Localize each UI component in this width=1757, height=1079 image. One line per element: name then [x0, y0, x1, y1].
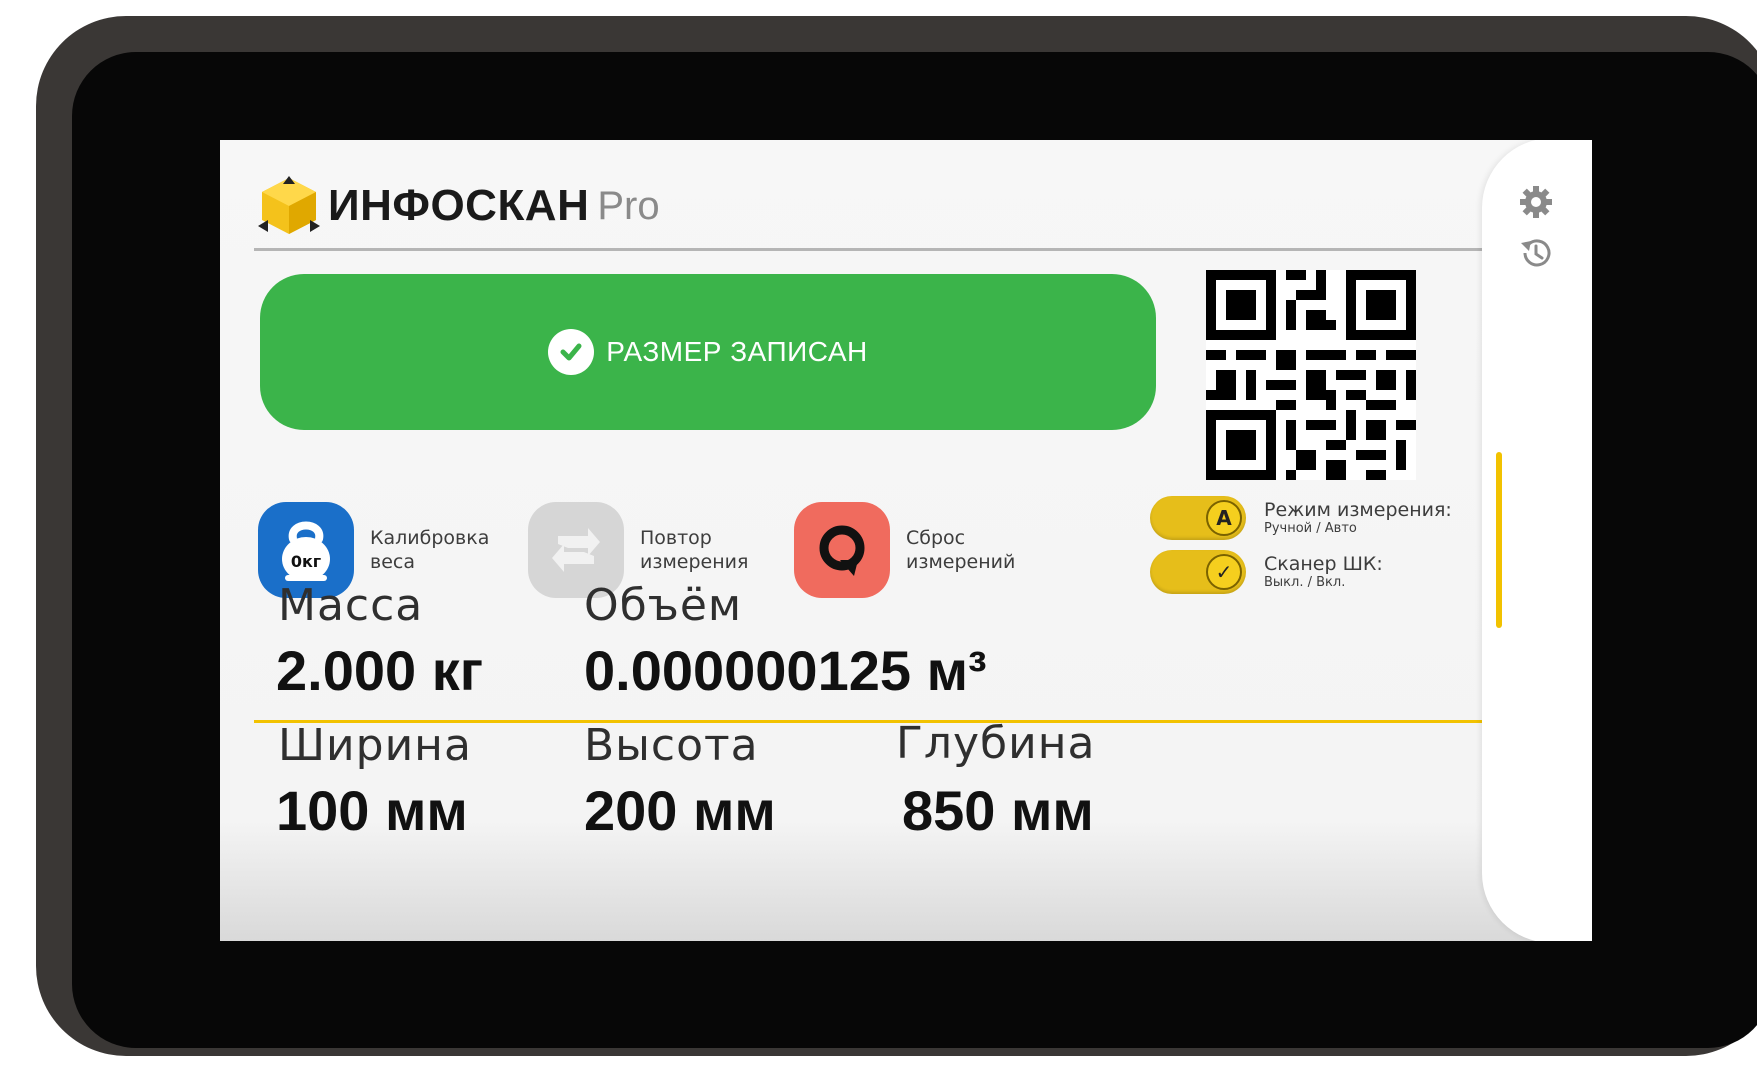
status-text: РАЗМЕР ЗАПИСАН: [606, 336, 868, 367]
volume-value: 0.000000125 м³: [584, 639, 987, 702]
mode-toggle-subtitle: Ручной / Авто: [1264, 521, 1357, 536]
cube-logo-icon: [258, 176, 320, 234]
scrollbar[interactable]: [1496, 452, 1502, 628]
scanner-toggle-row: ✓ Сканер ШК: Выкл. / Вкл.: [1150, 550, 1383, 594]
brand-edition: Pro: [597, 183, 660, 228]
reset-measurements-label: Сброс измерений: [906, 526, 1056, 574]
width-value: 100 мм: [276, 779, 468, 842]
calibrate-label-line2: веса: [370, 551, 415, 573]
scanner-toggle-title: Сканер ШК:: [1264, 553, 1383, 575]
app-screen: ИНФОСКАН Pro РАЗМЕР ЗАПИСАН 0кг Калибров…: [220, 140, 1592, 941]
status-banner: РАЗМЕР ЗАПИСАН: [260, 274, 1156, 430]
depth-value: 850 мм: [902, 779, 1094, 842]
repeat-measurement-label: Повтор измерения: [640, 526, 790, 574]
mass-label: Масса: [278, 580, 424, 631]
height-label: Высота: [584, 720, 759, 771]
scanner-toggle-subtitle: Выкл. / Вкл.: [1264, 575, 1346, 590]
mode-toggle-row: A Режим измерения: Ручной / Авто: [1150, 496, 1452, 540]
barcode-scanner-toggle[interactable]: ✓: [1150, 550, 1246, 594]
repeat-label-line2: измерения: [640, 551, 749, 573]
calibrate-label-line1: Калибровка: [370, 527, 490, 549]
qr-code: [1206, 270, 1416, 480]
reset-icon: [794, 502, 890, 598]
reset-measurements-button[interactable]: Сброс измерений: [794, 502, 1056, 598]
brand-name: ИНФОСКАН: [328, 181, 590, 230]
mass-value: 2.000 кг: [276, 639, 484, 702]
depth-label: Глубина: [896, 718, 1096, 769]
calibrate-badge: 0кг: [290, 552, 322, 571]
history-icon[interactable]: [1516, 234, 1556, 274]
mode-toggle-text: Режим измерения: Ручной / Авто: [1264, 499, 1452, 537]
volume-label: Объём: [584, 580, 743, 631]
repeat-label-line1: Повтор: [640, 527, 712, 549]
reset-label-line1: Сброс: [906, 527, 966, 549]
scanner-toggle-knob: ✓: [1206, 554, 1242, 590]
check-circle-icon: [548, 329, 595, 375]
measurement-mode-toggle[interactable]: A: [1150, 496, 1246, 540]
mode-toggle-knob: A: [1206, 500, 1242, 536]
app-logo: ИНФОСКАН Pro: [258, 174, 660, 238]
reset-label-line2: измерений: [906, 551, 1016, 573]
calibrate-weight-label: Калибровка веса: [370, 526, 520, 574]
header-divider: [254, 248, 1484, 251]
width-label: Ширина: [278, 720, 472, 771]
scanner-toggle-text: Сканер ШК: Выкл. / Вкл.: [1264, 553, 1383, 591]
gear-icon[interactable]: [1516, 184, 1556, 224]
height-value: 200 мм: [584, 779, 776, 842]
mode-toggle-title: Режим измерения:: [1264, 499, 1452, 521]
